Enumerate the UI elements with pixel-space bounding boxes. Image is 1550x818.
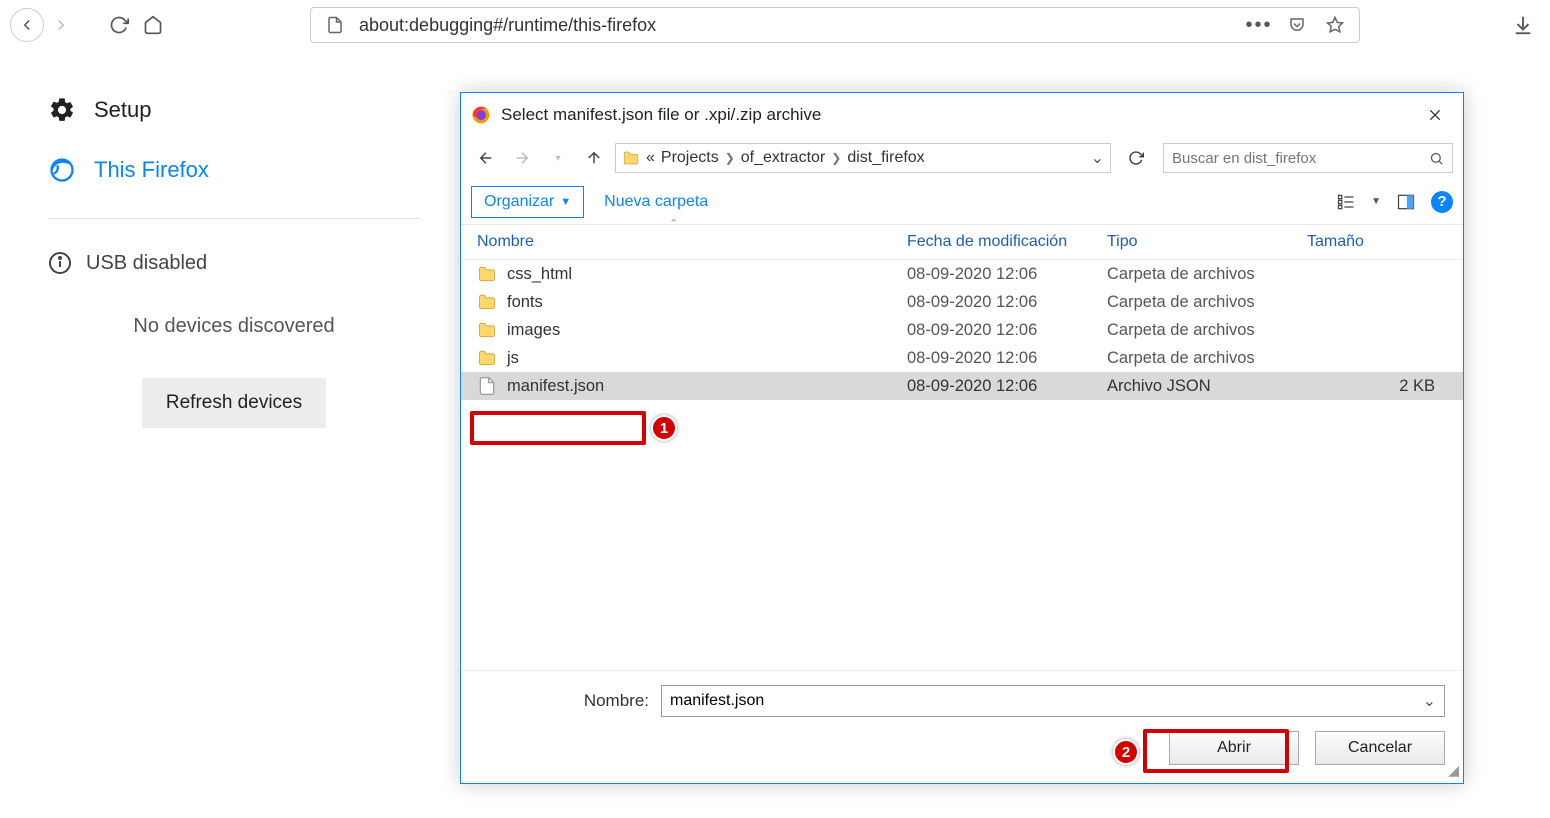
file-icon [477,376,497,396]
bookmark-star-icon[interactable] [1321,11,1349,39]
url-text: about:debugging#/runtime/this-firefox [359,15,1235,36]
list-header: Nombre Fecha de modificación Tipo Tamaño [461,225,1463,260]
preview-pane-button[interactable] [1395,191,1417,213]
open-button[interactable]: Abrir [1169,731,1299,765]
breadcrumb-dist-firefox[interactable]: dist_firefox [847,149,924,167]
chevron-down-icon[interactable]: ▼ [1371,196,1381,207]
filename-input[interactable] [670,692,1423,710]
file-list: Nombre Fecha de modificación Tipo Tamaño… [461,225,1463,670]
browser-toolbar: about:debugging#/runtime/this-firefox ••… [0,0,1550,50]
folder-icon [477,292,497,312]
dialog-recent-dropdown[interactable]: ▾ [543,143,573,173]
view-options-button[interactable] [1335,191,1357,213]
downloads-icon[interactable] [1506,8,1540,42]
dialog-nav: ▾ « Projects ❯ of_extractor ❯ dist_firef… [461,137,1463,179]
file-name: fonts [507,293,543,312]
dialog-title: Select manifest.json file or .xpi/.zip a… [501,105,1417,125]
file-open-dialog: Select manifest.json file or .xpi/.zip a… [460,92,1464,784]
file-type: Carpeta de archivos [1107,321,1307,340]
more-icon[interactable]: ••• [1245,11,1273,39]
file-type: Carpeta de archivos [1107,349,1307,368]
dialog-forward-button[interactable] [507,143,537,173]
page-icon [321,11,349,39]
forward-button[interactable] [44,8,78,42]
sort-indicator-icon: ⌃ [669,217,678,230]
usb-disabled-label: USB disabled [86,252,207,275]
usb-status: USB disabled [48,243,420,295]
refresh-devices-button[interactable]: Refresh devices [142,378,326,428]
file-type: Carpeta de archivos [1107,293,1307,312]
dialog-close-button[interactable] [1417,97,1453,133]
folder-icon [622,149,640,167]
breadcrumb-of-extractor[interactable]: of_extractor [741,149,825,167]
chevron-down-icon[interactable]: ⌄ [1091,148,1104,168]
dialog-back-button[interactable] [471,143,501,173]
sidebar: Setup This Firefox USB disabled No devic… [0,50,460,818]
sidebar-item-this-firefox[interactable]: This Firefox [48,140,420,200]
dialog-titlebar: Select manifest.json file or .xpi/.zip a… [461,93,1463,137]
col-size[interactable]: Tamaño [1307,233,1455,251]
file-row[interactable]: css_html 08-09-2020 12:06Carpeta de archi… [461,260,1463,288]
sidebar-item-setup[interactable]: Setup [48,80,420,140]
sidebar-setup-label: Setup [94,97,152,123]
file-type: Archivo JSON [1107,377,1307,396]
dialog-up-button[interactable] [579,143,609,173]
file-date: 08-09-2020 12:06 [907,377,1107,396]
back-button[interactable] [10,8,44,42]
dialog-search-field[interactable] [1163,143,1453,173]
pocket-icon[interactable] [1283,11,1311,39]
dialog-search-input[interactable] [1172,150,1429,167]
file-row[interactable]: js 08-09-2020 12:06Carpeta de archivos [461,344,1463,372]
col-date[interactable]: Fecha de modificación [907,233,1107,251]
home-button[interactable] [136,8,170,42]
file-date: 08-09-2020 12:06 [907,265,1107,284]
file-row[interactable]: images 08-09-2020 12:06Carpeta de archivo… [461,316,1463,344]
file-row[interactable]: fonts 08-09-2020 12:06Carpeta de archivos [461,288,1463,316]
file-type: Carpeta de archivos [1107,265,1307,284]
filename-field[interactable]: ⌄ [661,685,1445,717]
breadcrumb-projects[interactable]: Projects [661,149,719,167]
resize-grip-icon[interactable]: ◢ [1448,762,1459,779]
sidebar-divider [48,218,420,219]
dialog-toolrow: Organizar ▼ Nueva carpeta ⌃ ▼ ? [461,179,1463,225]
chevron-down-icon[interactable]: ⌄ [1423,691,1436,711]
col-name[interactable]: Nombre [477,233,907,251]
col-type[interactable]: Tipo [1107,233,1307,251]
cancel-button[interactable]: Cancelar [1315,731,1445,765]
file-name: css_html [507,265,572,284]
breadcrumb-prefix: « [646,149,655,167]
chevron-right-icon: ❯ [725,151,735,165]
file-size: 2 KB [1307,377,1455,396]
firefox-app-icon [471,105,491,125]
folder-icon [477,320,497,340]
folder-icon [477,264,497,284]
sidebar-thisfirefox-label: This Firefox [94,157,209,183]
folder-icon [477,348,497,368]
reload-button[interactable] [102,8,136,42]
dialog-footer: Nombre: ⌄ Abrir Cancelar [461,670,1463,783]
dialog-body: Nombre Fecha de modificación Tipo Tamaño… [461,225,1463,670]
firefox-icon [48,156,76,184]
url-bar[interactable]: about:debugging#/runtime/this-firefox ••… [310,7,1360,43]
info-icon [48,251,72,275]
new-folder-button[interactable]: Nueva carpeta [604,193,708,211]
file-date: 08-09-2020 12:06 [907,349,1107,368]
filename-label: Nombre: [479,691,649,711]
search-icon [1429,151,1444,166]
chevron-down-icon: ▼ [560,196,571,208]
breadcrumb-bar[interactable]: « Projects ❯ of_extractor ❯ dist_firefox… [615,143,1111,173]
file-name: manifest.json [507,377,604,396]
file-name: images [507,321,560,340]
help-button[interactable]: ? [1431,191,1453,213]
no-devices-text: No devices discovered [48,315,420,338]
file-date: 08-09-2020 12:06 [907,321,1107,340]
organize-button[interactable]: Organizar ▼ [471,186,584,218]
file-row[interactable]: manifest.json 08-09-2020 12:06Archivo JSO… [461,372,1463,400]
file-date: 08-09-2020 12:06 [907,293,1107,312]
file-name: js [507,349,519,368]
organize-label: Organizar [484,193,554,211]
gear-icon [48,96,76,124]
chevron-right-icon: ❯ [831,151,841,165]
dialog-refresh-button[interactable] [1121,143,1151,173]
